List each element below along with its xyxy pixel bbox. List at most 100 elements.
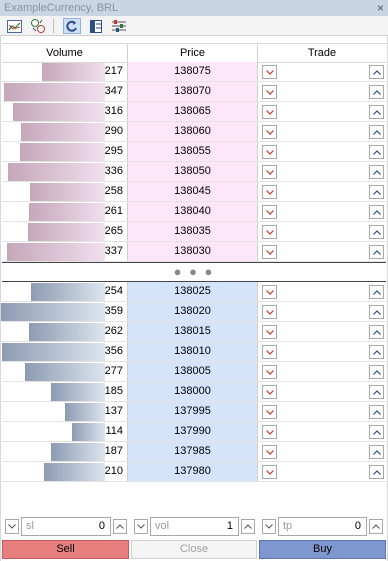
buy-limit-button[interactable]	[369, 225, 384, 239]
sell-button[interactable]: Sell	[2, 540, 129, 559]
order-panel: sl 0 vol 1 tp 0 Sell Close Buy	[0, 517, 388, 561]
price-cell[interactable]: 138000	[128, 382, 258, 401]
tp-value: 0	[354, 520, 361, 532]
one-click-trading-icon[interactable]	[29, 18, 47, 34]
vol-label: vol	[155, 520, 170, 532]
sell-limit-button[interactable]	[262, 205, 277, 219]
sell-limit-button[interactable]	[262, 185, 277, 199]
price-cell[interactable]: 138070	[128, 82, 258, 101]
buy-limit-button[interactable]	[369, 305, 384, 319]
sl-decrease-button[interactable]	[5, 519, 19, 534]
buy-limit-button[interactable]	[369, 385, 384, 399]
chevron-down-icon	[265, 449, 274, 455]
buy-limit-button[interactable]	[369, 445, 384, 459]
ask-row: 347 138070	[2, 82, 386, 102]
buy-limit-button[interactable]	[369, 145, 384, 159]
buy-limit-button[interactable]	[369, 165, 384, 179]
volume-value: 258	[104, 185, 123, 197]
close-position-button[interactable]: Close	[131, 540, 257, 559]
price-cell[interactable]: 137990	[128, 422, 258, 441]
price-cell[interactable]: 138040	[128, 202, 258, 221]
vol-increase-button[interactable]	[241, 519, 255, 534]
price-cell[interactable]: 138035	[128, 222, 258, 241]
price-cell[interactable]: 138025	[128, 282, 258, 301]
chevron-up-icon	[372, 169, 381, 175]
buy-limit-button[interactable]	[369, 365, 384, 379]
price-cell[interactable]: 138065	[128, 102, 258, 121]
sell-limit-button[interactable]	[262, 445, 277, 459]
price-cell[interactable]: 138075	[128, 62, 258, 81]
buy-limit-button[interactable]	[369, 285, 384, 299]
price-cell[interactable]: 138005	[128, 362, 258, 381]
sl-increase-button[interactable]	[113, 519, 127, 534]
tp-decrease-button[interactable]	[262, 519, 276, 534]
price-cell[interactable]: 137995	[128, 402, 258, 421]
sell-limit-button[interactable]	[262, 365, 277, 379]
chevron-up-icon	[372, 129, 381, 135]
price-cell[interactable]: 138055	[128, 142, 258, 161]
sell-limit-button[interactable]	[262, 65, 277, 79]
price-cell[interactable]: 137980	[128, 462, 258, 481]
volume-field[interactable]: vol 1	[150, 517, 239, 536]
sell-limit-button[interactable]	[262, 345, 277, 359]
volume-value: 265	[104, 225, 123, 237]
sell-limit-button[interactable]	[262, 245, 277, 259]
sell-limit-button[interactable]	[262, 425, 277, 439]
buy-limit-button[interactable]	[369, 65, 384, 79]
price-cell[interactable]: 137985	[128, 442, 258, 461]
buy-button[interactable]: Buy	[259, 540, 386, 559]
auto-center-icon[interactable]	[63, 18, 81, 34]
column-header: Volume Price Trade	[2, 43, 386, 63]
price-cell[interactable]: 138050	[128, 162, 258, 181]
buy-limit-button[interactable]	[369, 465, 384, 479]
buy-limit-button[interactable]	[369, 325, 384, 339]
sell-limit-button[interactable]	[262, 465, 277, 479]
buy-limit-button[interactable]	[369, 185, 384, 199]
chevron-down-icon	[265, 469, 274, 475]
buy-limit-button[interactable]	[369, 85, 384, 99]
chevron-down-icon	[265, 329, 274, 335]
price-cell[interactable]: 138010	[128, 342, 258, 361]
chevron-down-icon	[265, 129, 274, 135]
chart-icon[interactable]	[5, 18, 23, 34]
vol-decrease-button[interactable]	[134, 519, 148, 534]
trade-cell	[258, 382, 386, 401]
ask-row: 337 138030	[2, 242, 386, 262]
volume-value: 261	[104, 205, 123, 217]
buy-limit-button[interactable]	[369, 205, 384, 219]
price-cell[interactable]: 138015	[128, 322, 258, 341]
sl-field[interactable]: sl 0	[21, 517, 111, 536]
chevron-up-icon	[372, 69, 381, 75]
tp-field[interactable]: tp 0	[278, 517, 367, 536]
price-cell[interactable]: 138020	[128, 302, 258, 321]
volume-cell: 316	[2, 102, 128, 121]
chevron-up-icon	[372, 249, 381, 255]
columns-icon[interactable]	[87, 18, 105, 34]
settings-icon[interactable]	[110, 18, 128, 34]
chevron-up-icon	[372, 149, 381, 155]
buy-limit-button[interactable]	[369, 405, 384, 419]
buy-limit-button[interactable]	[369, 345, 384, 359]
buy-limit-button[interactable]	[369, 105, 384, 119]
sell-limit-button[interactable]	[262, 165, 277, 179]
price-cell[interactable]: 138030	[128, 242, 258, 261]
sell-limit-button[interactable]	[262, 405, 277, 419]
sell-limit-button[interactable]	[262, 125, 277, 139]
buy-limit-button[interactable]	[369, 425, 384, 439]
sell-limit-button[interactable]	[262, 325, 277, 339]
sell-limit-button[interactable]	[262, 385, 277, 399]
sell-limit-button[interactable]	[262, 105, 277, 119]
tp-increase-button[interactable]	[369, 519, 383, 534]
buy-limit-button[interactable]	[369, 245, 384, 259]
sell-limit-button[interactable]	[262, 145, 277, 159]
sell-limit-button[interactable]	[262, 285, 277, 299]
price-cell[interactable]: 138045	[128, 182, 258, 201]
chevron-down-icon	[265, 389, 274, 395]
trade-cell	[258, 282, 386, 301]
sell-limit-button[interactable]	[262, 85, 277, 99]
sell-limit-button[interactable]	[262, 305, 277, 319]
close-icon[interactable]: ×	[377, 0, 384, 16]
buy-limit-button[interactable]	[369, 125, 384, 139]
sell-limit-button[interactable]	[262, 225, 277, 239]
price-cell[interactable]: 138060	[128, 122, 258, 141]
